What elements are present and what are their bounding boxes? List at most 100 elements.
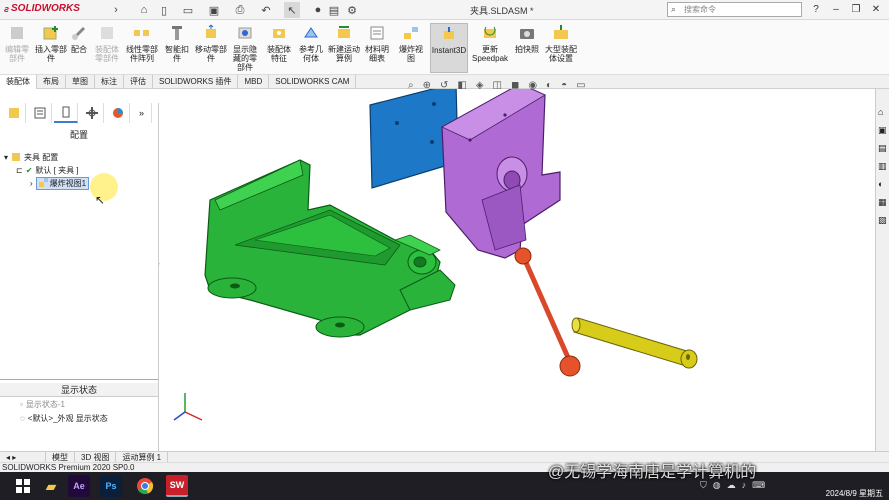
assembly-component-button[interactable]: 装配体零部件 [92, 23, 122, 73]
tab-layout[interactable]: 布局 [37, 74, 66, 89]
dimxpertmanager-tab-icon[interactable] [80, 103, 104, 123]
reference-geometry-button[interactable]: 参考几何体 [296, 23, 326, 73]
linear-pattern-button[interactable]: 线性零部件阵列 [124, 23, 160, 73]
fastener-icon [166, 23, 188, 43]
file-explorer-icon[interactable]: ▥ [878, 161, 887, 172]
design-library-icon[interactable]: ▤ [878, 143, 887, 154]
instant3d-icon [438, 24, 460, 44]
file-explorer-icon[interactable]: ▰ [40, 475, 62, 497]
search-commands-input[interactable]: ⌕ 搜索命令 [667, 2, 802, 17]
instant3d-button[interactable]: Instant3D [430, 23, 468, 73]
display-state-heading: 显示状态 [0, 383, 158, 397]
exploded-assembly-view [173, 89, 698, 421]
display-state-1[interactable]: ▫ 显示状态-1 [20, 398, 65, 411]
tree-exploded-view[interactable]: › 爆炸视图1 [4, 177, 159, 190]
new-motion-study-button[interactable]: 新建运动算例 [328, 23, 360, 73]
active-check-icon: ✔ [25, 166, 33, 175]
select-icon[interactable]: ↖ [284, 2, 300, 18]
edit-component-button[interactable]: 编辑零部件 [2, 23, 32, 73]
component-icon [96, 23, 118, 43]
mate-icon [68, 23, 90, 43]
smart-fasteners-button[interactable]: 智能扣件 [163, 23, 191, 73]
reference-geometry-icon [300, 23, 322, 43]
appearances-icon[interactable]: ▦ [878, 197, 887, 208]
title-bar: ƨ SOLIDWORKS › ⌂ ▯ ▭ ▣ ⎙ ↶ ↖ ● ▤ ⚙ 夹具.SLD… [0, 0, 889, 20]
edit-component-icon [6, 23, 28, 43]
traffic-light-icon[interactable]: ● [310, 2, 326, 18]
tab-evaluate[interactable]: 评估 [124, 74, 153, 89]
task-pane: ⌂ ▣ ▤ ▥ ◐ ▦ ▧ [875, 89, 889, 451]
large-assembly-settings-button[interactable]: 大型装配体设置 [544, 23, 578, 73]
home-icon[interactable]: ⌂ [878, 107, 883, 117]
open-file-icon[interactable]: ▭ [180, 2, 196, 18]
tab-motion-study[interactable]: 运动算例 1 [116, 452, 169, 462]
configurationmanager-tab-icon[interactable] [54, 103, 78, 123]
exploded-view-item[interactable]: 爆炸视图1 [35, 177, 90, 190]
new-file-icon[interactable]: ▯ [156, 2, 172, 18]
speedpak-icon [479, 23, 501, 43]
insert-component-icon [40, 23, 62, 43]
solidworks-taskbar-icon[interactable]: SW [166, 475, 188, 497]
tab-mbd[interactable]: MBD [238, 74, 270, 89]
custom-properties-icon[interactable]: ▧ [878, 215, 887, 226]
app-logo[interactable]: ƨ SOLIDWORKS [4, 3, 80, 14]
tree-default-config[interactable]: ⊏ ✔ 默认 [ 夹具 ] [4, 164, 159, 177]
exploded-view-button[interactable]: 爆炸视图 [396, 23, 426, 73]
expand-arrow-icon[interactable]: › [30, 179, 33, 188]
nav-arrows[interactable]: ◂ ▸ [0, 452, 46, 462]
tab-addins[interactable]: SOLIDWORKS 插件 [153, 74, 239, 89]
home-icon[interactable]: ⌂ [136, 2, 152, 18]
bill-of-materials-button[interactable]: 材料明细表 [362, 23, 392, 73]
print-icon[interactable]: ⎙ [232, 2, 248, 18]
update-speedpak-button[interactable]: 更新Speedpak [470, 23, 510, 73]
assembly-features-button[interactable]: 装配体特征 [264, 23, 294, 73]
show-hidden-components-button[interactable]: 显示隐藏的零部件 [230, 23, 260, 73]
large-assembly-icon [550, 23, 572, 43]
camera-icon [516, 23, 538, 43]
tab-3d-views[interactable]: 3D 视图 [75, 452, 117, 462]
display-state-default[interactable]: ◌ <默认>_外观 显示状态 [20, 412, 108, 425]
graphics-area[interactable] [160, 89, 875, 451]
close-button[interactable]: ✕ [868, 1, 884, 18]
assembly-icon [11, 152, 21, 164]
system-clock[interactable]: . 2024/8/9 星期五 [826, 476, 883, 499]
mate-button[interactable]: 配合 [68, 23, 90, 73]
undo-icon[interactable]: ↶ [258, 2, 274, 18]
propertymanager-tab-icon[interactable] [28, 103, 52, 123]
motion-study-icon [333, 23, 355, 43]
help-icon[interactable]: ? [808, 1, 824, 18]
view-palette-icon[interactable]: ◐ [878, 179, 883, 189]
panel-more-icon[interactable]: » [132, 103, 152, 123]
restore-button[interactable]: ❐ [848, 1, 864, 18]
assembly-features-icon [268, 23, 290, 43]
take-snapshot-button[interactable]: 拍快照 [512, 23, 542, 73]
tree-root[interactable]: ▾ 夹具 配置 [4, 151, 159, 164]
movable-jaw-part [441, 89, 561, 259]
displaymanager-tab-icon[interactable] [106, 103, 130, 123]
tab-markup[interactable]: 标注 [95, 74, 124, 89]
tab-cam[interactable]: SOLIDWORKS CAM [269, 74, 357, 89]
insert-components-button[interactable]: 插入零部件 [34, 23, 68, 73]
appearance-icon: ◌ [20, 414, 25, 423]
after-effects-icon[interactable]: Ae [68, 475, 90, 497]
expand-menu-icon[interactable]: › [108, 2, 124, 18]
panel-divider [0, 379, 158, 380]
minimize-button[interactable]: – [828, 1, 844, 18]
chrome-icon[interactable] [134, 475, 156, 497]
tab-sketch[interactable]: 草图 [66, 74, 95, 89]
windows-start-icon[interactable] [12, 475, 34, 497]
file-properties-icon[interactable]: ▤ [326, 2, 342, 18]
tab-assembly[interactable]: 装配体 [0, 74, 37, 89]
options-gear-icon[interactable]: ⚙ [344, 2, 360, 18]
photoshop-icon[interactable]: Ps [100, 475, 122, 497]
handle-part [514, 247, 581, 377]
config-tree: ▾ 夹具 配置 ⊏ ✔ 默认 [ 夹具 ] › 爆炸视图1 [4, 151, 159, 190]
exploded-view-icon [400, 23, 422, 43]
move-component-button[interactable]: 移动零部件 [194, 23, 228, 73]
resources-icon[interactable]: ▣ [878, 125, 887, 136]
lead-screw-part [571, 317, 698, 369]
expand-arrow-icon[interactable]: ▾ [4, 153, 8, 162]
featuremanager-tab-icon[interactable] [2, 103, 26, 123]
tab-model[interactable]: 模型 [46, 452, 75, 462]
save-icon[interactable]: ▣ [206, 2, 222, 18]
